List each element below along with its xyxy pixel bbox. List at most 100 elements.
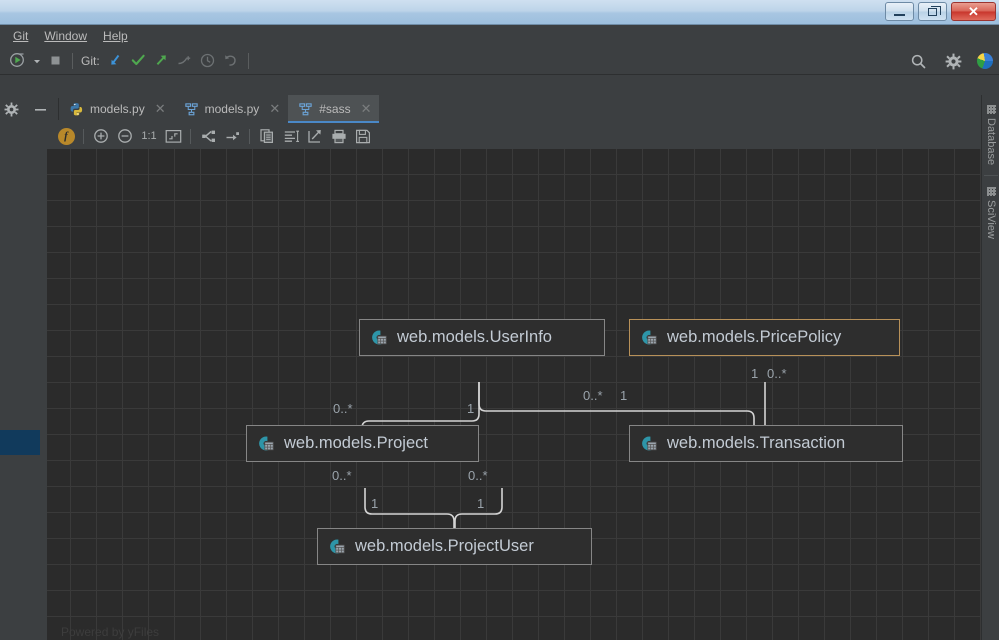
run-icon xyxy=(10,53,24,67)
tab-label: models.py xyxy=(90,102,145,116)
tab-close-icon[interactable]: ✕ xyxy=(155,101,166,117)
django-model-icon xyxy=(258,435,275,452)
git-branch-icon xyxy=(178,56,190,65)
expand-node-button[interactable] xyxy=(220,125,244,147)
tab-label: models.py xyxy=(204,102,260,116)
zoom-in-icon xyxy=(94,129,108,143)
vertical-scrollbar-track[interactable] xyxy=(40,123,87,640)
diagram-node-userinfo[interactable]: web.models.UserInfo xyxy=(359,319,605,356)
maximize-icon xyxy=(928,5,941,16)
diagram-node-projectuser[interactable]: web.models.ProjectUser xyxy=(317,528,592,565)
copy-button[interactable] xyxy=(255,125,279,147)
node-label: web.models.PricePolicy xyxy=(667,328,842,346)
diagram-node-transaction[interactable]: web.models.Transaction xyxy=(629,425,903,462)
menu-item-git[interactable]: Git xyxy=(6,27,35,45)
export-button[interactable] xyxy=(303,125,327,147)
node-label: web.models.Project xyxy=(284,434,428,452)
tab-close-icon[interactable]: ✕ xyxy=(269,101,280,117)
git-commit-button[interactable] xyxy=(127,50,150,72)
close-icon: ✕ xyxy=(968,4,979,19)
save-button[interactable] xyxy=(351,125,375,147)
diagram-toolbar-separator-3 xyxy=(249,128,250,144)
gear-icon[interactable] xyxy=(4,102,19,117)
toolbar-separator-2 xyxy=(247,52,249,69)
menu-item-help[interactable]: Help xyxy=(96,27,135,45)
tab-tools xyxy=(0,95,58,123)
close-button[interactable]: ✕ xyxy=(951,2,996,21)
main-toolbar: Git: xyxy=(0,47,999,75)
show-structure-button[interactable] xyxy=(279,125,303,147)
expand-node-icon xyxy=(226,131,239,140)
minimize-icon xyxy=(894,13,905,16)
gutter-highlight xyxy=(0,430,40,455)
diagram-node-pricepolicy[interactable]: web.models.PricePolicy xyxy=(629,319,900,356)
stop-button[interactable] xyxy=(45,50,66,72)
print-button[interactable] xyxy=(327,125,351,147)
zoom-out-button[interactable] xyxy=(113,125,137,147)
python-file-icon xyxy=(70,102,83,115)
git-update-button[interactable] xyxy=(104,50,127,72)
zoom-in-button[interactable] xyxy=(89,125,113,147)
edge-multiplicity-label: 0..* xyxy=(583,388,603,403)
stop-icon xyxy=(51,56,60,65)
window-controls: ✕ xyxy=(885,2,996,21)
menu-item-window[interactable]: Window xyxy=(37,27,94,45)
sidebar-item-database[interactable]: Database xyxy=(982,101,999,169)
show-dependencies-button[interactable] xyxy=(196,125,220,147)
diagram-toolbar-separator-2 xyxy=(190,128,191,144)
chevron-down-icon xyxy=(34,59,40,63)
yfiles-watermark: Powered by yFiles xyxy=(61,625,160,639)
tab-models-py-diagram[interactable]: models.py ✕ xyxy=(173,95,289,123)
git-branch-button[interactable] xyxy=(173,50,196,72)
run-config-dropdown[interactable] xyxy=(29,50,45,72)
edge-multiplicity-label: 0..* xyxy=(767,366,787,381)
structure-icon xyxy=(284,130,299,142)
node-label: web.models.Transaction xyxy=(667,434,846,452)
tab-models-py-code[interactable]: models.py ✕ xyxy=(59,95,174,123)
edge-multiplicity-label: 1 xyxy=(620,388,628,403)
menu-bar: Git Window Help xyxy=(0,25,999,47)
title-bar: ✕ xyxy=(0,0,999,25)
run-button[interactable] xyxy=(6,50,29,72)
fit-content-icon xyxy=(165,129,181,143)
editor-area: f 1:1 web.models.UserInfo web.models.Pri… xyxy=(0,123,999,640)
diagram-canvas[interactable]: web.models.UserInfo web.models.PricePoli… xyxy=(47,149,981,640)
fit-to-f-button[interactable]: f xyxy=(54,125,78,147)
f-icon: f xyxy=(57,127,75,145)
node-label: web.models.ProjectUser xyxy=(355,537,534,555)
git-history-button[interactable] xyxy=(196,50,219,72)
git-update-icon xyxy=(110,54,119,65)
sidebar-separator xyxy=(984,175,998,176)
sidebar-item-label: SciView xyxy=(985,200,997,239)
fit-content-button[interactable] xyxy=(161,125,185,147)
edge-multiplicity-label: 1 xyxy=(371,496,379,511)
actual-size-button[interactable]: 1:1 xyxy=(137,125,161,147)
minimize-icon[interactable] xyxy=(33,102,48,117)
tab-close-icon[interactable]: ✕ xyxy=(361,101,372,117)
menu-item-window-label: Window xyxy=(44,29,88,43)
django-model-icon xyxy=(641,329,658,346)
diagram-toolbar: f 1:1 xyxy=(47,123,981,149)
grid-icon xyxy=(986,187,996,196)
maximize-button[interactable] xyxy=(918,2,947,21)
save-icon xyxy=(356,129,370,143)
sidebar-item-sciview[interactable]: SciView xyxy=(982,183,999,243)
minimize-button[interactable] xyxy=(885,2,914,21)
tab-label: #sass xyxy=(319,102,351,116)
diagram-edges xyxy=(354,382,774,550)
settings-button[interactable] xyxy=(942,50,965,72)
uml-diagram-icon xyxy=(299,102,312,115)
edge-multiplicity-label: 0..* xyxy=(468,468,488,483)
account-avatar[interactable] xyxy=(977,53,993,69)
diagram-node-project[interactable]: web.models.Project xyxy=(246,425,479,462)
tab-sass-diagram[interactable]: #sass ✕ xyxy=(288,95,380,123)
git-push-button[interactable] xyxy=(150,50,173,72)
git-rollback-button[interactable] xyxy=(219,50,242,72)
search-button[interactable] xyxy=(907,50,930,72)
django-model-icon xyxy=(329,538,346,555)
diagram-toolbar-separator xyxy=(83,128,84,144)
git-group-label: Git: xyxy=(81,53,100,68)
django-model-icon xyxy=(641,435,658,452)
export-icon xyxy=(308,130,321,143)
database-icon xyxy=(986,105,996,114)
